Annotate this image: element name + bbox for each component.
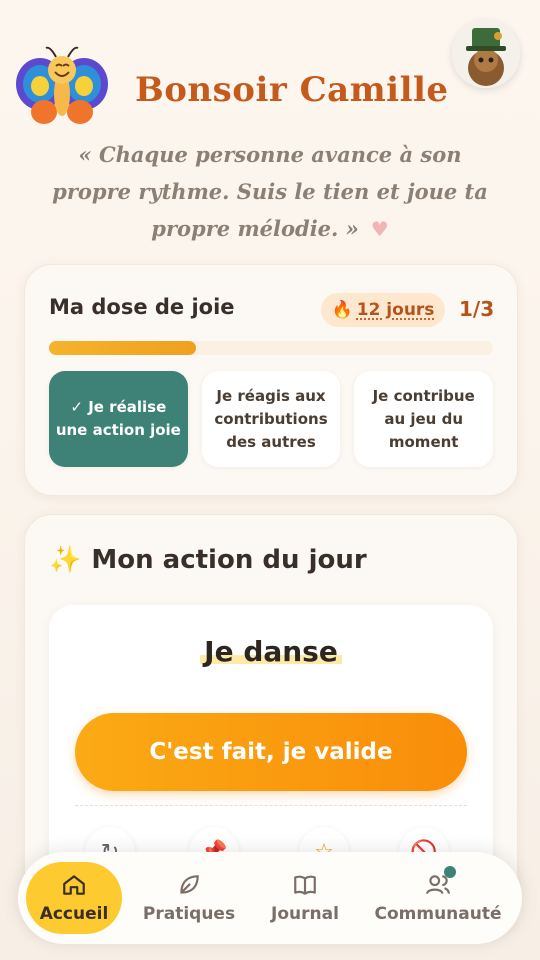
step-contribute-game[interactable]: Je contribue au jeu du moment: [354, 371, 494, 467]
daily-action-header: ✨ Mon action du jour: [49, 545, 367, 575]
nav-pratiques[interactable]: Pratiques: [138, 862, 240, 934]
heart-icon[interactable]: ♥: [371, 217, 389, 241]
fire-icon: 🔥: [331, 300, 353, 320]
sparkles-icon: ✨: [49, 545, 82, 575]
step-react-contributions[interactable]: Je réagis aux contributions des autres: [201, 371, 341, 467]
nav-label: Accueil: [39, 904, 109, 924]
step-action-joie[interactable]: ✓ Je réalise une action joie: [49, 371, 188, 467]
divider: [75, 805, 467, 806]
joy-dose-title: Ma dose de joie: [49, 295, 235, 319]
joy-progress-fill: [49, 341, 196, 355]
notification-dot: [444, 866, 456, 878]
action-name: Je danse: [200, 635, 342, 668]
butterfly-mascot-icon: [14, 44, 110, 130]
leaf-icon: [180, 875, 199, 894]
nav-label: Journal: [271, 904, 339, 924]
daily-action-title: Mon action du jour: [91, 545, 367, 575]
bottom-nav: Accueil Pratiques Journal Communauté: [18, 852, 522, 944]
book-icon: [294, 875, 316, 895]
user-avatar[interactable]: [452, 20, 520, 88]
nav-label: Communauté: [374, 904, 502, 924]
greeting-title: Bonsoir Camille: [135, 70, 449, 110]
daily-quote: « Chaque personne avance à son propre ry…: [40, 136, 500, 248]
nav-label: Pratiques: [142, 904, 236, 924]
nav-journal[interactable]: Journal: [260, 862, 350, 934]
joy-count: 1/3: [459, 297, 495, 321]
streak-label: 12 jours: [356, 300, 435, 320]
quote-text: « Chaque personne avance à son propre ry…: [52, 142, 488, 241]
nav-accueil[interactable]: Accueil: [26, 862, 122, 934]
validate-button[interactable]: C'est fait, je valide: [75, 713, 467, 791]
streak-badge[interactable]: 🔥 12 jours: [321, 293, 445, 327]
joy-dose-card: Ma dose de joie 🔥 12 jours 1/3 ✓ Je réal…: [24, 264, 518, 496]
joy-steps: ✓ Je réalise une action joie Je réagis a…: [49, 371, 494, 467]
action-name-wrap: Je danse: [49, 635, 493, 668]
joy-progress-bar: [49, 341, 493, 355]
home-icon: [63, 875, 85, 895]
nav-communaute[interactable]: Communauté: [372, 862, 504, 934]
